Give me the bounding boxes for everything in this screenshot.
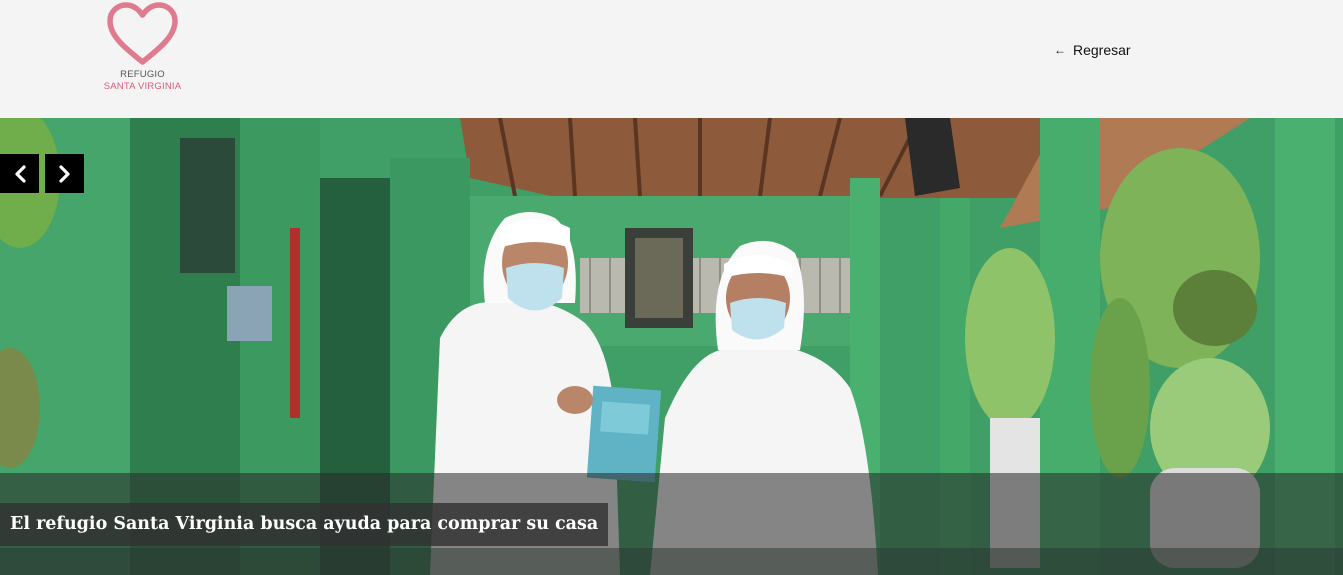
slider-prev-button[interactable]: [0, 154, 39, 193]
logo-text-santa-virginia: SANTA VIRGINIA: [103, 81, 182, 92]
slider-next-button[interactable]: [45, 154, 84, 193]
heart-icon: [107, 2, 178, 65]
logo-text-refugio: REFUGIO: [120, 69, 165, 80]
chevron-left-icon: [14, 164, 26, 183]
site-header: REFUGIO SANTA VIRGINIA ← Regresar: [0, 0, 1343, 118]
slide-caption[interactable]: El refugio Santa Virginia busca ayuda pa…: [0, 503, 609, 546]
chevron-right-icon: [58, 164, 70, 183]
back-link-label: Regresar: [1073, 42, 1131, 58]
hero-slider: El refugio Santa Virginia busca ayuda pa…: [0, 118, 1343, 575]
site-logo[interactable]: REFUGIO SANTA VIRGINIA: [95, 2, 190, 94]
arrow-left-icon: ←: [1054, 43, 1066, 57]
back-link[interactable]: ← Regresar: [1054, 41, 1131, 59]
